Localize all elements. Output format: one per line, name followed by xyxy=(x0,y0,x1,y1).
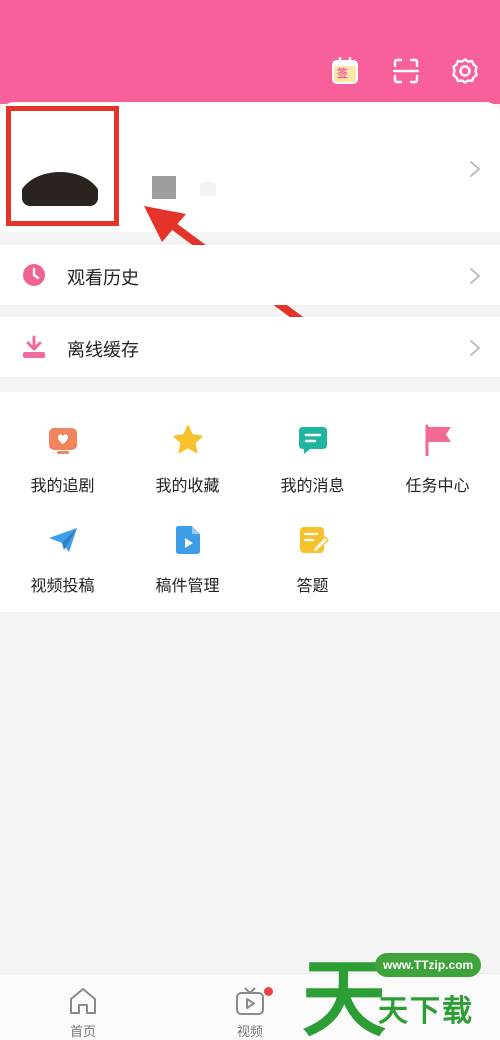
grid-item-label: 我的收藏 xyxy=(155,476,220,495)
watermark-url: www.TTzip.com xyxy=(375,953,482,977)
username-placeholder-faint xyxy=(200,182,216,196)
grid-item-manuscript-manage[interactable]: 稿件管理 xyxy=(125,524,250,614)
notification-badge-dot xyxy=(264,987,273,996)
grid-item-label: 稿件管理 xyxy=(155,576,220,595)
grid-item-label: 答题 xyxy=(296,576,329,595)
download-icon xyxy=(22,335,46,359)
menu-watch-history[interactable]: 观看历史 xyxy=(0,245,500,305)
sign-in-label: 签 xyxy=(337,67,348,80)
grid-item-my-messages[interactable]: 我的消息 xyxy=(250,424,375,514)
grid-item-quiz[interactable]: 答题 xyxy=(250,524,375,614)
menu-offline-cache[interactable]: 离线缓存 xyxy=(0,317,500,377)
paper-plane-icon xyxy=(47,524,79,556)
chevron-right-icon xyxy=(468,267,482,284)
feature-grid: 我的追剧 我的收藏 我的消息 任务中心 视频投稿 稿件管理 答题 xyxy=(0,392,500,612)
sign-in-calendar-icon[interactable]: 签 xyxy=(330,56,360,86)
star-icon xyxy=(172,424,204,456)
clock-icon xyxy=(22,263,46,287)
tab-label: 首页 xyxy=(69,1025,96,1040)
settings-gear-icon[interactable] xyxy=(450,56,480,86)
tab-label: 视频 xyxy=(236,1025,263,1040)
tab-home[interactable]: 首页 xyxy=(33,974,133,1040)
chevron-right-icon xyxy=(468,339,482,356)
grid-item-my-series[interactable]: 我的追剧 xyxy=(0,424,125,514)
grid-item-label: 视频投稿 xyxy=(30,576,95,595)
message-icon xyxy=(297,424,329,456)
username-placeholder xyxy=(152,176,176,199)
menu-label: 观看历史 xyxy=(67,268,139,289)
video-file-icon xyxy=(172,524,204,556)
grid-item-task-center[interactable]: 任务中心 xyxy=(375,424,500,514)
grid-item-label: 任务中心 xyxy=(405,476,470,495)
home-icon xyxy=(67,986,99,1016)
grid-item-label: 我的消息 xyxy=(280,476,345,495)
flag-icon xyxy=(422,424,454,457)
scan-icon[interactable] xyxy=(391,56,421,86)
tab-video[interactable]: 视频 xyxy=(200,974,300,1040)
quiz-pencil-icon xyxy=(297,524,330,556)
menu-label: 离线缓存 xyxy=(67,340,139,361)
chevron-right-icon xyxy=(468,160,482,177)
grid-item-video-submit[interactable]: 视频投稿 xyxy=(0,524,125,614)
grid-item-my-favorites[interactable]: 我的收藏 xyxy=(125,424,250,514)
watermark-big-char: 天 xyxy=(302,950,386,1040)
grid-item-label: 我的追剧 xyxy=(30,476,95,495)
watermark-text: 天下载 xyxy=(378,994,474,1029)
highlight-box xyxy=(6,106,119,226)
header-bar xyxy=(0,0,500,104)
tv-heart-icon xyxy=(47,424,79,456)
video-tv-icon xyxy=(234,986,266,1016)
